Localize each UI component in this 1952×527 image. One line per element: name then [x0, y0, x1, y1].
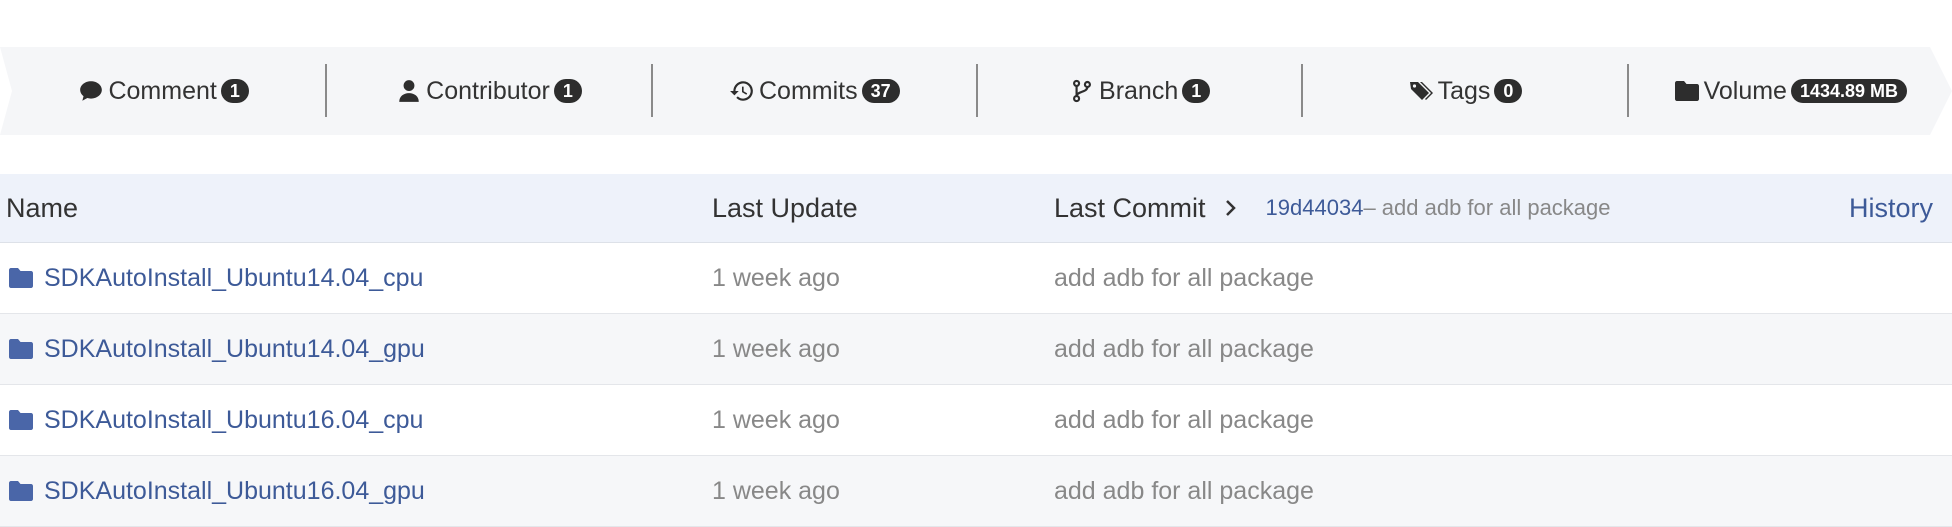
row-last-update: 1 week ago: [712, 334, 840, 363]
row-last-commit: add adb for all package: [1054, 334, 1314, 363]
stat-branch-label: Branch: [1099, 76, 1179, 105]
folder-icon: [9, 339, 33, 359]
stat-volume[interactable]: Volume 1434.89 MB: [1626, 47, 1952, 135]
stat-contributor-count: 1: [553, 79, 582, 103]
stat-comment[interactable]: Comment 1: [0, 47, 325, 135]
stat-volume-size: 1434.89 MB: [1790, 79, 1908, 103]
row-name-cell: SDKAutoInstall_Ubuntu16.04_cpu: [8, 406, 423, 435]
row-name-cell: SDKAutoInstall_Ubuntu14.04_cpu: [8, 264, 423, 293]
folder-link[interactable]: SDKAutoInstall_Ubuntu16.04_cpu: [44, 406, 423, 435]
comment-icon: [76, 76, 106, 106]
history-link[interactable]: History: [1849, 193, 1933, 224]
file-table: Name Last Update Last Commit 19d44034 – …: [0, 174, 1952, 527]
folder-icon: [9, 268, 33, 288]
row-last-update: 1 week ago: [712, 476, 840, 505]
table-row: SDKAutoInstall_Ubuntu14.04_cpu 1 week ag…: [0, 243, 1952, 314]
folder-link[interactable]: SDKAutoInstall_Ubuntu14.04_gpu: [44, 335, 425, 364]
folder-link[interactable]: SDKAutoInstall_Ubuntu16.04_gpu: [44, 477, 425, 506]
stat-branch-count: 1: [1182, 79, 1211, 103]
stat-tags-count: 0: [1494, 79, 1523, 103]
tags-icon: [1406, 76, 1436, 106]
last-commit-label: Last Commit: [1054, 192, 1206, 223]
latest-commit-message: – add adb for all package: [1363, 195, 1611, 220]
column-header-last-update: Last Update: [712, 192, 858, 223]
stat-comment-label: Comment: [108, 76, 217, 105]
folder-link[interactable]: SDKAutoInstall_Ubuntu14.04_cpu: [44, 264, 423, 293]
column-header-name: Name: [6, 192, 79, 223]
branch-icon: [1067, 76, 1097, 106]
stat-commits-count: 37: [861, 79, 900, 103]
row-name-cell: SDKAutoInstall_Ubuntu14.04_gpu: [8, 335, 425, 364]
chevron-right-icon: [1225, 200, 1236, 216]
user-icon: [394, 76, 424, 106]
stat-tags[interactable]: Tags 0: [1301, 47, 1626, 135]
table-row: SDKAutoInstall_Ubuntu14.04_gpu 1 week ag…: [0, 314, 1952, 385]
stat-branch[interactable]: Branch 1: [975, 47, 1301, 135]
table-row: SDKAutoInstall_Ubuntu16.04_gpu 1 week ag…: [0, 456, 1952, 527]
row-last-commit: add adb for all package: [1054, 405, 1314, 434]
row-last-commit: add adb for all package: [1054, 476, 1314, 505]
row-name-cell: SDKAutoInstall_Ubuntu16.04_gpu: [8, 477, 425, 506]
stat-tags-label: Tags: [1437, 76, 1491, 105]
repo-stats-bar: Comment 1 Contributor 1 Commits 37 Branc…: [0, 47, 1952, 135]
column-header-last-commit: Last Commit 19d44034 – add adb for all p…: [1054, 193, 1611, 224]
history-icon: [727, 76, 757, 106]
folder-icon: [1672, 76, 1702, 106]
row-last-update: 1 week ago: [712, 405, 840, 434]
row-last-commit: add adb for all package: [1054, 263, 1314, 292]
row-last-update: 1 week ago: [712, 263, 840, 292]
stat-contributor[interactable]: Contributor 1: [325, 47, 650, 135]
table-row: SDKAutoInstall_Ubuntu16.04_cpu 1 week ag…: [0, 385, 1952, 456]
stat-commits[interactable]: Commits 37: [650, 47, 976, 135]
latest-commit-hash-link[interactable]: 19d44034: [1266, 195, 1364, 221]
table-header: Name Last Update Last Commit 19d44034 – …: [0, 174, 1952, 243]
folder-icon: [9, 481, 33, 501]
stat-volume-label: Volume: [1703, 76, 1787, 105]
stat-contributor-label: Contributor: [426, 76, 550, 105]
folder-icon: [9, 410, 33, 430]
stat-commits-label: Commits: [759, 76, 858, 105]
stat-comment-count: 1: [220, 79, 249, 103]
table-body: SDKAutoInstall_Ubuntu14.04_cpu 1 week ag…: [0, 243, 1952, 527]
